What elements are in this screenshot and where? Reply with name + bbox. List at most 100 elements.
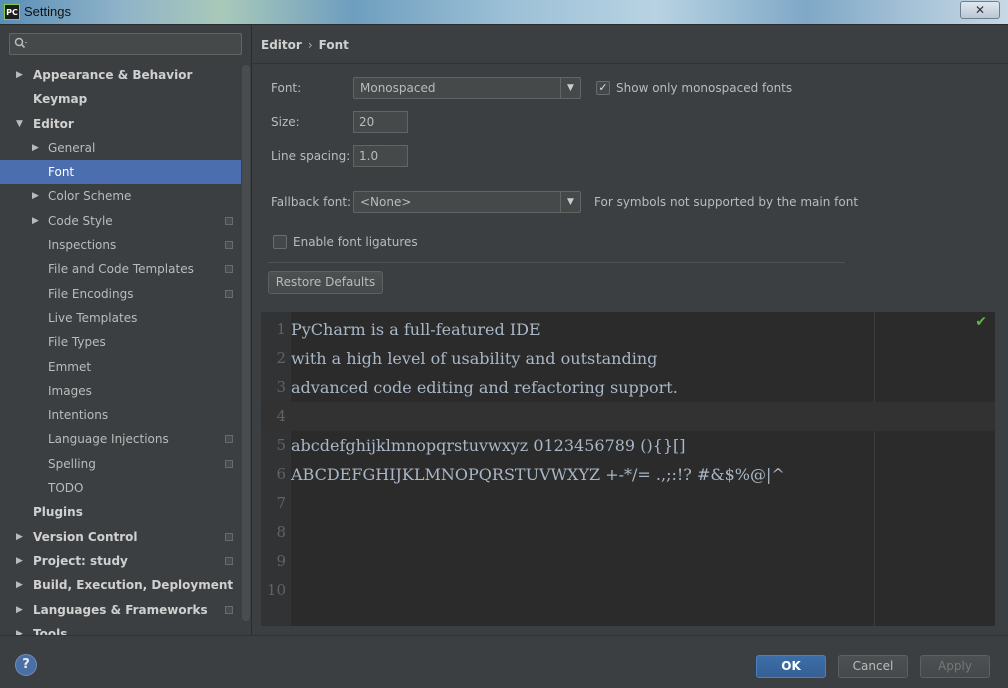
sidebar-item[interactable]: Intentions — [0, 403, 241, 427]
sidebar-item[interactable]: Live Templates — [0, 306, 241, 330]
close-button[interactable]: ✕ — [960, 1, 1000, 19]
checkmark-icon: ✓ — [598, 81, 608, 94]
collapsed-arrow-icon[interactable]: ▶ — [32, 184, 39, 208]
sidebar-item-label: Code Style — [48, 213, 113, 228]
sidebar-item-label: Color Scheme — [48, 189, 132, 204]
sidebar-item[interactable]: Images — [0, 379, 241, 403]
line-spacing-label: Line spacing: — [271, 149, 351, 163]
line-number: 9 — [276, 552, 286, 570]
cancel-button[interactable]: Cancel — [838, 655, 908, 678]
sidebar-item[interactable]: ▶ Appearance & Behavior — [0, 63, 241, 87]
project-level-icon — [225, 556, 233, 565]
preview-code-text: with a high level of usability and outst… — [291, 349, 658, 368]
project-level-icon — [225, 241, 233, 250]
sidebar-item[interactable]: Spelling — [0, 452, 241, 476]
font-preview-editor[interactable]: 1 PyCharm is a full-featured IDE 2 with a h… — [261, 312, 995, 626]
collapsed-arrow-icon[interactable]: ▶ — [16, 549, 23, 573]
line-number: 4 — [276, 407, 286, 425]
sidebar-item[interactable]: ▶ Build, Execution, Deployment — [0, 573, 241, 597]
collapsed-arrow-icon[interactable]: ▶ — [16, 573, 23, 597]
ok-button[interactable]: OK — [756, 655, 826, 678]
preview-line: 7 — [261, 489, 995, 518]
sidebar-scrollbar[interactable] — [242, 65, 250, 621]
font-label: Font: — [271, 81, 302, 95]
sidebar-item[interactable]: Emmet — [0, 355, 241, 379]
section-divider — [268, 262, 845, 263]
sidebar-item[interactable]: Plugins — [0, 500, 241, 524]
collapsed-arrow-icon[interactable]: ▶ — [16, 525, 23, 549]
preview-code-text: ABCDEFGHIJKLMNOPQRSTUVWXYZ +-*/= .,;:!? … — [291, 465, 785, 484]
sidebar-item-label: Keymap — [33, 92, 88, 107]
collapsed-arrow-icon[interactable]: ▶ — [16, 622, 23, 635]
fallback-font-value: <None> — [360, 195, 412, 209]
sidebar-item-label: TODO — [48, 481, 84, 496]
sidebar-item[interactable]: Inspections — [0, 233, 241, 257]
sidebar-item-label: General — [48, 140, 96, 155]
settings-tree: ▶ Appearance & Behavior Keymap ▼ Editor ▶ Gene… — [0, 63, 241, 635]
sidebar-item-label: Appearance & Behavior — [33, 68, 193, 82]
collapsed-arrow-icon[interactable]: ▶ — [32, 136, 39, 160]
line-number: 3 — [276, 378, 286, 396]
sidebar-item[interactable]: File Types — [0, 330, 241, 354]
preview-line: 9 — [261, 547, 995, 576]
show-monospaced-checkbox[interactable]: ✓ — [596, 81, 610, 95]
sidebar-item-label: Inspections — [48, 238, 117, 253]
line-number: 2 — [276, 349, 286, 367]
sidebar-item[interactable]: Language Injections — [0, 427, 241, 451]
help-button[interactable]: ? — [15, 654, 37, 676]
collapsed-arrow-icon[interactable]: ▶ — [16, 598, 23, 622]
line-number: 8 — [276, 523, 286, 541]
preview-code-text: abcdefghijklmnopqrstuvwxyz 0123456789 ()… — [291, 436, 686, 455]
project-level-icon — [225, 605, 233, 614]
sidebar-item[interactable]: TODO — [0, 476, 241, 500]
fallback-font-select[interactable]: <None> ▼ — [353, 191, 581, 213]
sidebar-item-label: Project: study — [33, 553, 128, 568]
sidebar-item-label: Language Injections — [48, 432, 169, 447]
preview-line: 2 with a high level of usability and outs… — [261, 344, 995, 373]
sidebar-item[interactable]: File and Code Templates — [0, 257, 241, 281]
collapsed-arrow-icon[interactable]: ▶ — [32, 209, 39, 233]
sidebar-item-label: File and Code Templates — [48, 262, 194, 277]
collapsed-arrow-icon[interactable]: ▶ — [16, 63, 23, 87]
sidebar-item[interactable]: ▶ Color Scheme — [0, 184, 241, 208]
preview-line: 5 abcdefghijklmnopqrstuvwxyz 0123456789 (… — [261, 431, 995, 460]
sidebar-item[interactable]: Keymap — [0, 87, 241, 111]
line-spacing-input[interactable]: 1.0 — [353, 145, 408, 167]
preview-line: 4 — [261, 402, 995, 431]
expanded-arrow-icon[interactable]: ▼ — [16, 112, 23, 136]
breadcrumb-font: Font — [318, 38, 349, 52]
enable-ligatures-checkbox[interactable] — [273, 235, 287, 249]
font-select[interactable]: Monospaced ▼ — [353, 77, 581, 99]
preview-line: 6 ABCDEFGHIJKLMNOPQRSTUVWXYZ +-*/= .,;:!?… — [261, 460, 995, 489]
sidebar-item[interactable]: ▶ Tools — [0, 622, 241, 635]
apply-button[interactable]: Apply — [920, 655, 990, 678]
sidebar-item[interactable]: ▼ Editor — [0, 112, 241, 136]
chevron-down-icon[interactable]: ▼ — [560, 78, 580, 98]
line-number: 1 — [276, 320, 286, 338]
preview-line: 10 — [261, 576, 995, 605]
pycharm-logo-icon: PC — [4, 4, 20, 20]
restore-defaults-button[interactable]: Restore Defaults — [268, 271, 383, 294]
size-label: Size: — [271, 115, 300, 129]
project-level-icon — [225, 435, 233, 444]
title-bar: PC Settings ✕ — [0, 0, 1008, 25]
sidebar-item-label: Languages & Frameworks — [33, 602, 208, 617]
preview-line: 3 advanced code editing and refactoring s… — [261, 373, 995, 402]
chevron-down-icon[interactable]: ▼ — [560, 192, 580, 212]
line-number: 6 — [276, 465, 286, 483]
sidebar-item-label: Plugins — [33, 505, 83, 520]
search-input[interactable] — [9, 33, 242, 55]
sidebar-item-label: Editor — [33, 116, 74, 131]
sidebar-item[interactable]: ▶ General — [0, 136, 241, 160]
sidebar-item[interactable]: ▶ Version Control — [0, 525, 241, 549]
size-input[interactable]: 20 — [353, 111, 408, 133]
sidebar-item-label: Font — [48, 165, 75, 180]
sidebar-item-label: Spelling — [48, 456, 96, 471]
sidebar-item[interactable]: Font — [0, 160, 241, 185]
breadcrumb-separator: › — [307, 38, 313, 52]
sidebar-item[interactable]: ▶ Languages & Frameworks — [0, 598, 241, 622]
sidebar-item[interactable]: File Encodings — [0, 282, 241, 306]
sidebar-item[interactable]: ▶ Code Style — [0, 209, 241, 233]
breadcrumb-editor: Editor — [261, 38, 302, 52]
sidebar-item[interactable]: ▶ Project: study — [0, 549, 241, 573]
